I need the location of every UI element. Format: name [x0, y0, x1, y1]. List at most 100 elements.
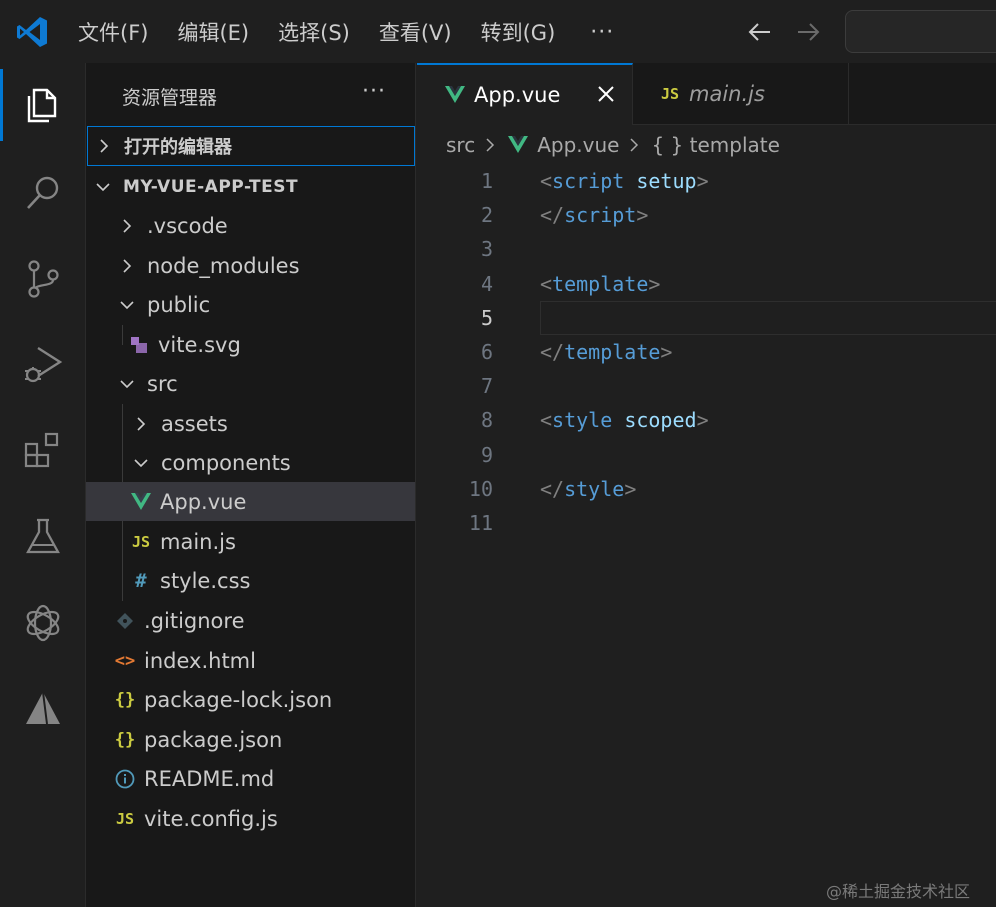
line-number: 2	[480, 203, 493, 228]
tree-folder-public[interactable]: public	[86, 285, 415, 324]
menu-file[interactable]: 文件(F)	[78, 17, 148, 47]
code-line[interactable]: 6 </template>	[417, 335, 996, 369]
close-icon[interactable]	[595, 83, 617, 105]
tree-folder-assets[interactable]: assets	[86, 404, 415, 443]
openai-icon[interactable]	[0, 583, 86, 663]
command-center-search[interactable]	[845, 10, 996, 53]
breadcrumb-item[interactable]: { } template	[651, 133, 779, 157]
tree-file-main-js[interactable]: JS main.js	[86, 522, 415, 561]
nav-back-icon[interactable]	[746, 18, 774, 46]
menu-edit[interactable]: 编辑(E)	[177, 17, 249, 47]
breadcrumb-item[interactable]: App.vue	[537, 133, 619, 157]
editor-tabs: App.vue JS main.js	[417, 63, 996, 125]
code-token: script	[564, 203, 637, 228]
project-name: MY-VUE-APP-TEST	[123, 177, 299, 197]
js-file-icon: JS	[131, 532, 151, 551]
tree-file-style-css[interactable]: # style.css	[86, 561, 415, 600]
testing-icon[interactable]	[0, 497, 86, 577]
info-file-icon	[114, 769, 136, 789]
js-file-icon: JS	[115, 809, 135, 828]
sidebar-more-icon[interactable]: ···	[362, 79, 386, 104]
line-number: 9	[480, 442, 493, 467]
explorer-icon[interactable]	[0, 65, 86, 145]
code-line[interactable]: 3	[417, 232, 996, 266]
tree-folder-src[interactable]: src	[86, 364, 415, 403]
remote-pyramid-icon[interactable]	[0, 669, 86, 749]
menu-more-icon[interactable]: ···	[590, 20, 614, 45]
code-token: >	[624, 476, 637, 501]
open-editors-section[interactable]: 打开的编辑器	[87, 126, 415, 166]
tree-item-label: public	[147, 292, 211, 317]
tree-folder-node-modules[interactable]: node_modules	[86, 246, 415, 285]
code-text: </style>	[540, 477, 636, 501]
code-token: >	[636, 203, 649, 228]
tab-label: App.vue	[474, 83, 561, 107]
vscode-logo-icon	[14, 14, 50, 50]
tree-folder-components[interactable]: components	[86, 443, 415, 482]
chevron-right-icon	[486, 138, 495, 152]
tab-label: main.js	[689, 82, 765, 106]
extensions-icon[interactable]	[0, 411, 86, 491]
tree-file-readme-md[interactable]: README.md	[86, 759, 415, 798]
code-line[interactable]: 1 <script setup>	[417, 164, 996, 198]
tree-item-label: .vscode	[147, 213, 228, 238]
tree-file-index-html[interactable]: <> index.html	[86, 641, 415, 680]
tree-item-label: components	[161, 450, 291, 475]
js-file-icon: JS	[660, 85, 680, 103]
menu-view[interactable]: 查看(V)	[379, 17, 452, 47]
chevron-right-icon	[100, 139, 109, 153]
search-icon[interactable]	[0, 153, 86, 233]
tree-file-app-vue[interactable]: App.vue	[86, 482, 415, 521]
line-number: 5	[480, 305, 493, 330]
code-token: script	[552, 169, 625, 193]
run-debug-icon[interactable]	[0, 325, 86, 405]
chevron-down-icon	[120, 379, 134, 388]
code-line[interactable]: 8 <style scoped>	[417, 403, 996, 437]
tree-item-label: style.css	[160, 568, 251, 593]
code-token: setup	[636, 169, 697, 193]
tree-item-label: main.js	[160, 529, 236, 554]
code-token: <	[540, 271, 553, 296]
svg-file-icon	[128, 335, 150, 355]
code-token: style	[552, 408, 613, 433]
vue-file-icon	[130, 492, 152, 512]
project-root-folder[interactable]: MY-VUE-APP-TEST	[86, 167, 415, 207]
nav-forward-icon[interactable]	[794, 18, 822, 46]
tree-file-vite-config-js[interactable]: JS vite.config.js	[86, 799, 415, 838]
tree-file-gitignore[interactable]: .gitignore	[86, 601, 415, 640]
code-line[interactable]: 4 <template>	[417, 267, 996, 301]
code-line[interactable]: 11	[417, 506, 996, 540]
chevron-down-icon	[134, 458, 148, 467]
tab-app-vue[interactable]: App.vue	[417, 63, 633, 125]
code-token: </	[540, 476, 565, 501]
json-file-icon: {}	[114, 729, 136, 750]
line-number: 1	[480, 169, 493, 193]
chevron-right-icon	[123, 258, 132, 273]
code-token: template	[552, 271, 649, 296]
vue-file-icon	[444, 85, 466, 105]
breadcrumb-item[interactable]: src	[446, 133, 475, 157]
watermark: @稀土掘金技术社区	[826, 882, 971, 901]
tree-file-vite-svg[interactable]: vite.svg	[86, 325, 415, 364]
tree-file-package-lock-json[interactable]: {} package-lock.json	[86, 680, 415, 719]
code-line[interactable]: 9	[417, 438, 996, 472]
source-control-icon[interactable]	[0, 239, 86, 319]
code-token: </	[540, 340, 565, 364]
code-line[interactable]: 10 </style>	[417, 472, 996, 506]
code-token: >	[648, 271, 661, 296]
chevron-right-icon	[123, 218, 132, 233]
tree-file-package-json[interactable]: {} package.json	[86, 720, 415, 759]
tab-main-js[interactable]: JS main.js	[634, 63, 849, 125]
menu-selection[interactable]: 选择(S)	[278, 17, 350, 47]
code-line[interactable]: 2 </script>	[417, 198, 996, 232]
code-line[interactable]: 5	[417, 300, 996, 335]
code-token: template	[564, 340, 661, 364]
editor-area: App.vue JS main.js src App.vue { } templ…	[417, 63, 996, 907]
tree-folder-vscode[interactable]: .vscode	[86, 206, 415, 245]
css-file-icon: #	[135, 569, 147, 592]
menu-go[interactable]: 转到(G)	[481, 17, 556, 47]
code-token: <	[540, 169, 553, 193]
tree-item-label: README.md	[144, 766, 275, 791]
code-line[interactable]: 7	[417, 369, 996, 403]
